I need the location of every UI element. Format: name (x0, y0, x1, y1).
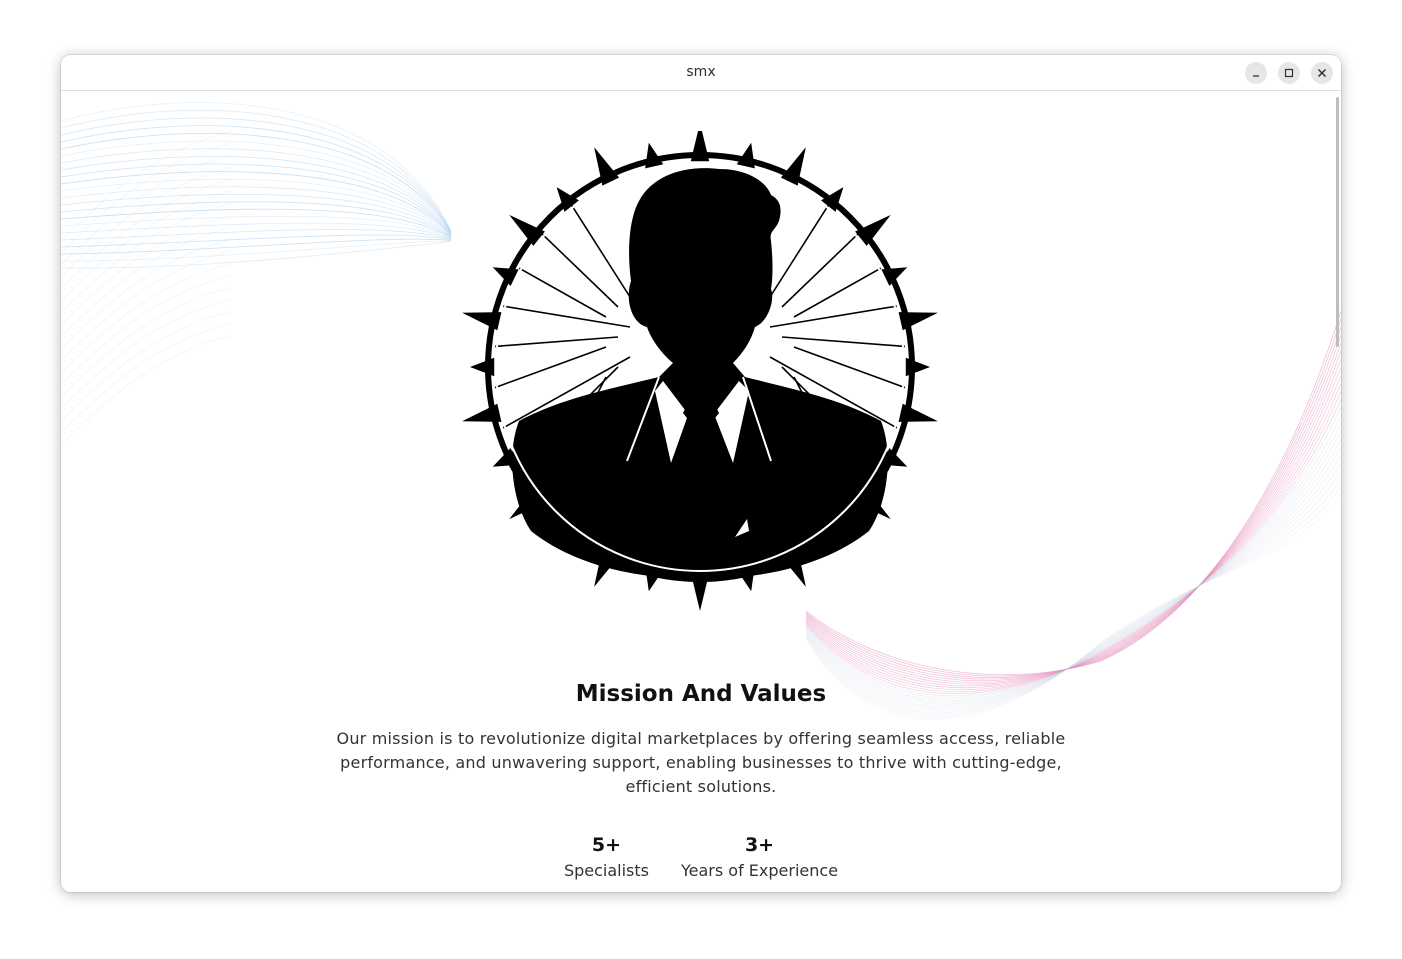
minimize-button[interactable] (1245, 62, 1267, 84)
stat-label: Years of Experience (681, 861, 839, 880)
stats-row: 5+ Specialists 3+ Years of Experience (61, 832, 1341, 883)
businessman-emblem-image (462, 131, 938, 611)
maximize-icon (1284, 68, 1294, 78)
stat-years-experience: 3+ Years of Experience (681, 832, 838, 883)
scrollbar-thumb[interactable] (1336, 97, 1339, 347)
maximize-button[interactable] (1278, 62, 1300, 84)
close-icon (1318, 69, 1326, 77)
title-bar[interactable]: smx (61, 55, 1341, 91)
close-button[interactable] (1311, 62, 1333, 84)
mission-heading: Mission And Values (575, 681, 827, 707)
mission-description: Our mission is to revolutionize digital … (336, 729, 1066, 796)
stat-specialists: 5+ Specialists (564, 832, 649, 883)
page-content: Mission And Values Our mission is to rev… (61, 91, 1341, 892)
window-title: smx (686, 64, 716, 80)
minimize-icon (1253, 75, 1259, 77)
stat-value: 5+ (591, 834, 622, 856)
app-window: smx Mission And Values Our mission is to… (61, 55, 1341, 892)
window-controls (1245, 62, 1333, 84)
stat-value: 3+ (744, 834, 775, 856)
stat-label: Specialists (563, 861, 649, 880)
